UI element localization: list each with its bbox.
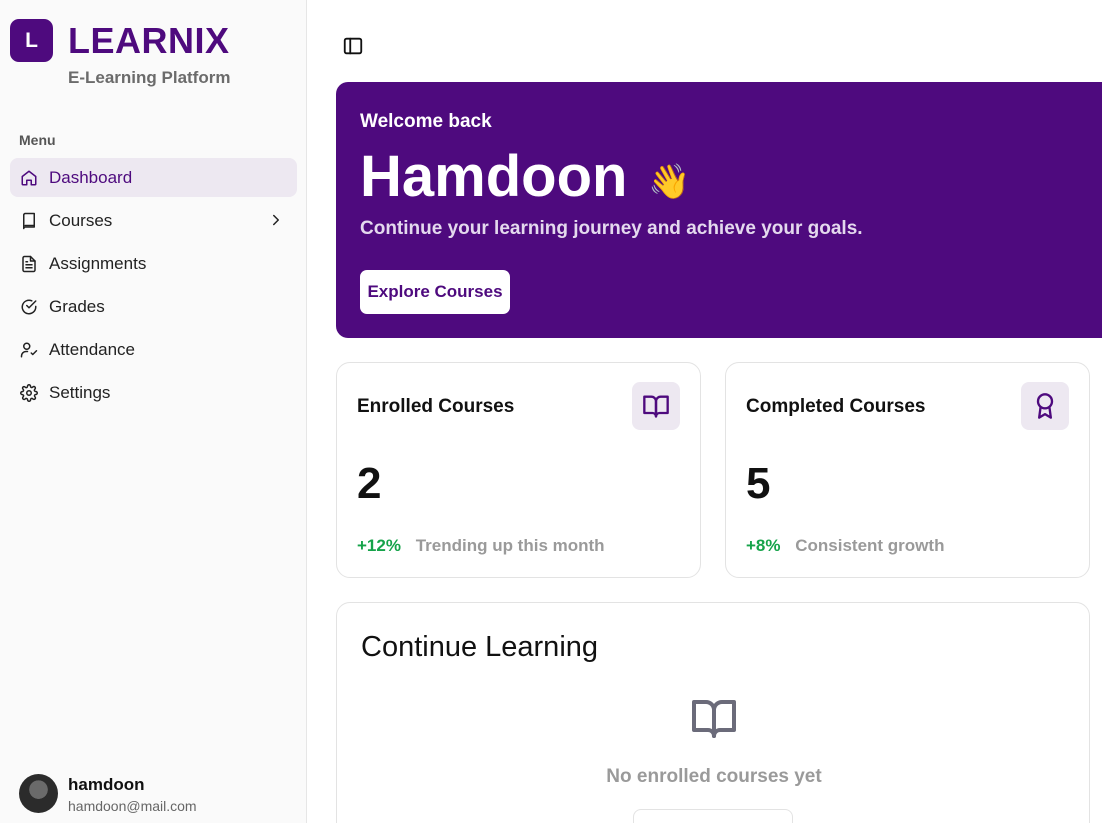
sidebar-item-assignments[interactable]: Assignments (10, 244, 297, 283)
sidebar-item-label: Assignments (49, 253, 147, 273)
gear-icon (19, 383, 39, 403)
stat-delta: +12% (357, 536, 401, 555)
stat-delta: +8% (746, 536, 781, 555)
sidebar-toggle-icon[interactable] (342, 35, 364, 57)
welcome-user-name: Hamdoon (360, 144, 628, 209)
empty-state-text: No enrolled courses yet (606, 766, 822, 787)
logo-mark: L (10, 19, 53, 62)
wave-emoji-icon: 👋 (648, 163, 691, 201)
menu-label: Menu (19, 132, 56, 148)
sidebar-item-label: Settings (49, 382, 111, 402)
book-open-icon (690, 696, 738, 740)
check-circle-icon (19, 297, 39, 317)
book-open-icon (632, 382, 680, 430)
empty-state-button[interactable] (633, 809, 793, 823)
stat-note: Trending up this month (415, 536, 605, 555)
sidebar-item-settings[interactable]: Settings (10, 373, 297, 412)
sidebar-item-courses[interactable]: Courses (10, 201, 297, 240)
sidebar-item-dashboard[interactable]: Dashboard (10, 158, 297, 197)
stat-card-enrolled: Enrolled Courses 2 +12% Trending up this… (336, 362, 701, 578)
home-icon (19, 168, 39, 188)
welcome-banner: Welcome back Hamdoon 👋 Continue your lea… (336, 82, 1102, 338)
sidebar-item-label: Dashboard (49, 167, 133, 187)
chevron-right-icon[interactable] (267, 211, 285, 229)
stat-footer: +12% Trending up this month (357, 536, 605, 556)
stat-note: Consistent growth (795, 536, 945, 555)
brand-name: LEARNIX (68, 20, 230, 61)
stat-value: 5 (746, 459, 771, 508)
file-text-icon (19, 254, 39, 274)
sidebar-item-grades[interactable]: Grades (10, 287, 297, 326)
stat-value: 2 (357, 459, 382, 508)
stat-title: Completed Courses (746, 396, 926, 417)
stat-footer: +8% Consistent growth (746, 536, 944, 556)
brand-subtitle: E-Learning Platform (68, 68, 231, 87)
explore-courses-button[interactable]: Explore Courses (360, 270, 510, 314)
continue-learning-card: Continue Learning No enrolled courses ye… (336, 602, 1090, 823)
user-check-icon (19, 340, 39, 360)
user-profile[interactable]: hamdoon hamdoon@mail.com (19, 772, 289, 816)
sidebar-item-label: Attendance (49, 339, 136, 359)
continue-learning-title: Continue Learning (361, 631, 599, 663)
sidebar-item-label: Courses (49, 210, 113, 230)
app-root: L LEARNIX E-Learning Platform Menu Dashb… (0, 0, 1102, 823)
sidebar-nav: Dashboard Courses Assignments Grades Att… (10, 158, 297, 416)
welcome-label: Welcome back (360, 111, 492, 132)
user-name: hamdoon (68, 775, 145, 794)
sidebar: L LEARNIX E-Learning Platform Menu Dashb… (0, 0, 307, 823)
avatar (19, 774, 58, 813)
stat-title: Enrolled Courses (357, 396, 515, 417)
book-icon (19, 211, 39, 231)
stat-card-completed: Completed Courses 5 +8% Consistent growt… (725, 362, 1090, 578)
sidebar-item-label: Grades (49, 296, 105, 316)
sidebar-item-attendance[interactable]: Attendance (10, 330, 297, 369)
user-email: hamdoon@mail.com (68, 798, 197, 814)
welcome-subtitle: Continue your learning journey and achie… (360, 218, 863, 239)
award-icon (1021, 382, 1069, 430)
